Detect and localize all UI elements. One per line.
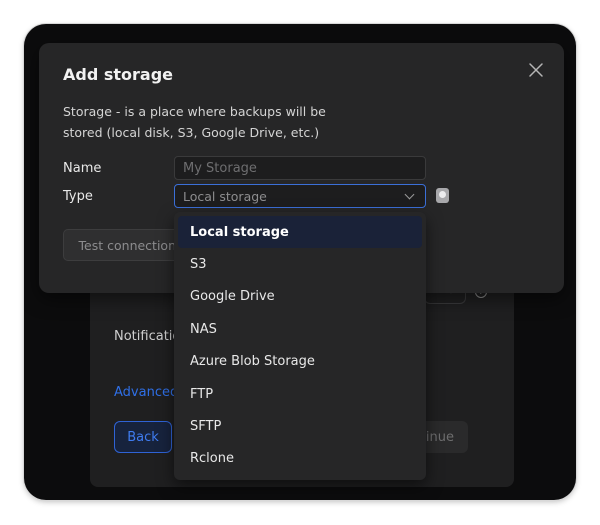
name-input[interactable]	[174, 156, 426, 180]
option-rclone[interactable]: Rclone	[178, 443, 422, 475]
chevron-down-icon	[404, 189, 415, 200]
modal-description: Storage - is a place where backups will …	[63, 104, 326, 140]
storage-type-info-icon[interactable]	[436, 188, 449, 203]
option-s3[interactable]: S3	[178, 248, 422, 280]
back-button[interactable]: Back	[114, 421, 172, 453]
advanced-link[interactable]: Advanced	[114, 385, 178, 400]
test-connection-button[interactable]: Test connection	[63, 229, 179, 261]
notifications-label: Notificatio	[114, 329, 181, 344]
type-select-value: Local storage	[183, 188, 267, 204]
app-window: ? Notificatio Advanced Back tinue Add st…	[24, 24, 576, 500]
option-nas[interactable]: NAS	[178, 313, 422, 345]
option-local-storage[interactable]: Local storage	[178, 216, 422, 249]
modal-title: Add storage	[63, 65, 174, 84]
close-icon[interactable]	[528, 62, 544, 78]
option-azure-blob-storage[interactable]: Azure Blob Storage	[178, 346, 422, 378]
option-sftp[interactable]: SFTP	[178, 410, 422, 442]
name-label: Name	[63, 161, 102, 176]
type-label: Type	[63, 189, 93, 204]
type-dropdown-menu: Local storage S3 Google Drive NAS Azure …	[174, 212, 426, 480]
option-ftp[interactable]: FTP	[178, 378, 422, 410]
option-google-drive[interactable]: Google Drive	[178, 281, 422, 313]
type-select[interactable]: Local storage	[174, 184, 426, 208]
